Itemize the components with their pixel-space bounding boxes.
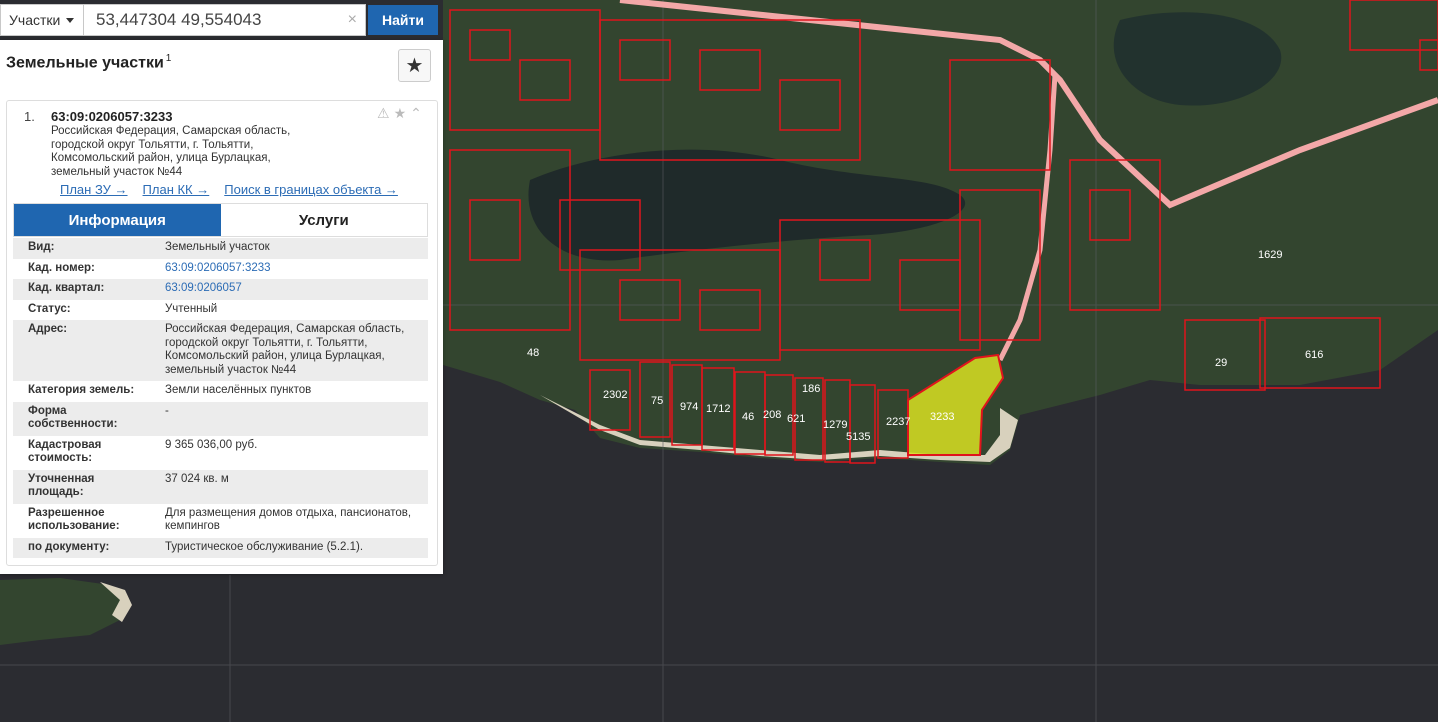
info-label: Кад. квартал:: [28, 282, 105, 294]
search-input[interactable]: 53,447304 49,554043 ×: [84, 4, 366, 36]
info-row: Уточненная площадь: 37 024 кв. м: [13, 469, 428, 504]
info-label: Статус:: [28, 302, 71, 315]
parcel-label-1629: 1629: [1258, 249, 1282, 261]
info-value: -: [165, 404, 169, 417]
info-label: Кадастровая стоимость:: [28, 438, 102, 465]
plan-kk-link[interactable]: План КК →: [143, 182, 210, 197]
info-label: Категория земель:: [28, 384, 135, 396]
parcel-label-974: 974: [680, 401, 698, 413]
parcel-label-1279: 1279: [823, 419, 847, 431]
card-icons: ⚠ ★ ⌃: [377, 105, 422, 122]
info-row: Категория земель: Земли населённых пункто…: [13, 381, 428, 402]
parcel-label-75: 75: [651, 395, 663, 407]
star-icon: ★: [405, 55, 424, 77]
result-number: 1.: [24, 109, 35, 124]
info-label: Разрешенное использование:: [28, 506, 120, 533]
search-type-label: Участки: [9, 12, 61, 28]
parcel-label-1712: 1712: [706, 403, 730, 415]
card-links: План ЗУ → План КК → Поиск в границах объ…: [60, 182, 398, 197]
info-value: Российская Федерация, Самарская область,…: [165, 323, 405, 376]
info-value: Земельный участок: [165, 241, 270, 253]
info-label: Кад. номер:: [28, 261, 95, 274]
info-tabs: Информация Услуги: [13, 203, 428, 237]
info-table: Вид: Земельный участок Кад. номер: 63:09:0…: [13, 238, 428, 558]
info-label: по документу:: [28, 540, 110, 553]
info-label: Форма собственности:: [28, 404, 118, 431]
info-value: Учтенный: [165, 302, 218, 315]
tab-services[interactable]: Услуги: [220, 204, 427, 236]
info-row: Кад. квартал: 63:09:0206057: [13, 279, 428, 300]
result-cad-id[interactable]: 63:09:0206057:3233: [51, 109, 172, 124]
caret-down-icon: [66, 17, 75, 23]
info-value: Для размещения домов отдыха, пансионатов…: [165, 506, 412, 533]
info-value: 9 365 036,00 руб.: [165, 438, 258, 451]
info-row: Статус: Учтенный: [13, 299, 428, 320]
info-row: Кадастровая стоимость: 9 365 036,00 руб.: [13, 435, 428, 470]
parcel-label-29: 29: [1215, 357, 1227, 369]
clear-icon[interactable]: ×: [348, 11, 357, 29]
tab-information[interactable]: Информация: [14, 204, 221, 236]
info-label: Уточненная площадь:: [28, 472, 95, 499]
result-address: Российская Федерация, Самарская область,…: [51, 125, 291, 178]
search-type-dropdown[interactable]: Участки: [0, 4, 84, 36]
info-label: Вид:: [28, 241, 55, 253]
plan-zu-link[interactable]: План ЗУ →: [60, 182, 128, 197]
info-row: Адрес: Российская Федерация, Самарская об…: [13, 320, 428, 381]
results-panel: Земельные участки 1 ★ 1. 63:09:0206057:32…: [0, 40, 443, 574]
parcel-label-2302: 2302: [603, 389, 627, 401]
info-row: по документу: Туристическое обслуживание …: [13, 537, 428, 558]
chevron-up-icon[interactable]: ⌃: [410, 105, 422, 122]
parcel-label-48: 48: [527, 347, 539, 359]
panel-title: Земельные участки 1: [6, 53, 171, 72]
info-row: Кад. номер: 63:09:0206057:3233: [13, 258, 428, 279]
info-label: Адрес:: [28, 323, 68, 335]
search-button[interactable]: Найти: [368, 5, 438, 35]
info-row: Вид: Земельный участок: [13, 238, 428, 259]
star-icon[interactable]: ★: [394, 105, 407, 122]
parcel-label-3233: 3233: [930, 411, 954, 423]
cad-quarter-link[interactable]: 63:09:0206057: [150, 282, 428, 296]
parcel-label-616: 616: [1305, 349, 1323, 361]
cad-number-link[interactable]: 63:09:0206057:3233: [150, 262, 428, 276]
info-row: Разрешенное использование: Для размещения…: [13, 503, 428, 538]
parcel-label-2237: 2237: [886, 416, 910, 428]
parcel-label-186: 186: [802, 383, 820, 395]
panel-title-count: 1: [165, 53, 172, 64]
result-card: 1. 63:09:0206057:3233 Российская Федерац…: [6, 100, 438, 566]
parcel-label-621: 621: [787, 413, 805, 425]
search-bar: Участки 53,447304 49,554043 × Найти: [0, 4, 442, 36]
parcel-label-5135: 5135: [846, 431, 870, 443]
search-query: 53,447304 49,554043: [96, 10, 262, 29]
parcel-label-46: 46: [742, 411, 754, 423]
info-value: Земли населённых пунктов: [165, 384, 312, 396]
warning-icon[interactable]: ⚠: [377, 105, 390, 122]
favorites-button[interactable]: ★: [398, 49, 431, 82]
parcel-label-208: 208: [763, 409, 781, 421]
info-value: Туристическое обслуживание (5.2.1).: [165, 540, 364, 553]
info-row: Форма собственности: -: [13, 401, 428, 436]
info-value: 37 024 кв. м: [165, 472, 229, 485]
search-bounds-link[interactable]: Поиск в границах объекта →: [224, 182, 398, 197]
panel-title-text: Земельные участки: [6, 54, 164, 72]
